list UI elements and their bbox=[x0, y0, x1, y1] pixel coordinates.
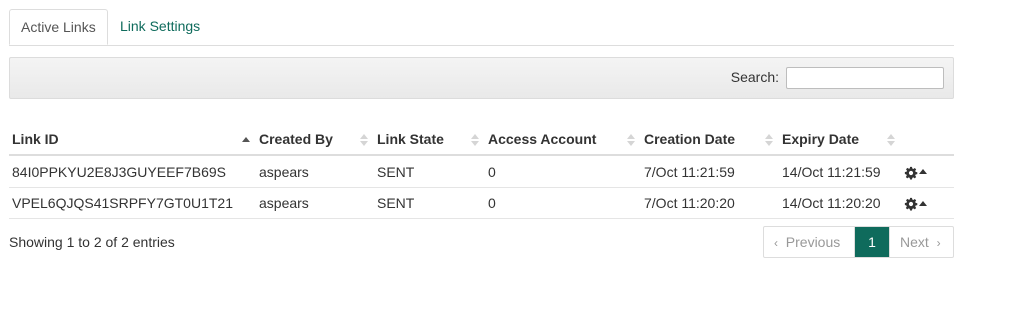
cell-link-id: 84I0PPKYU2E8J3GUYEEF7B69S bbox=[9, 155, 256, 188]
column-header-access-account[interactable]: Access Account bbox=[485, 124, 641, 156]
table-info: Showing 1 to 2 of 2 entries bbox=[9, 234, 175, 250]
cell-creation-date: 7/Oct 11:21:59 bbox=[641, 155, 779, 188]
cell-created-by: aspears bbox=[256, 187, 374, 219]
column-label: Access Account bbox=[488, 131, 597, 147]
sort-icon bbox=[887, 134, 895, 146]
sort-icon bbox=[360, 134, 368, 146]
cell-link-state: SENT bbox=[374, 155, 485, 188]
links-table: Link ID Created By Link State Access Acc… bbox=[9, 124, 954, 219]
row-actions[interactable] bbox=[901, 155, 954, 188]
pagination: ‹ Previous 1 Next › bbox=[763, 226, 954, 258]
gear-icon[interactable] bbox=[904, 197, 918, 211]
column-header-created-by[interactable]: Created By bbox=[256, 124, 374, 156]
chevron-right-icon: › bbox=[936, 236, 941, 250]
column-label: Link ID bbox=[12, 131, 59, 147]
tab-link-settings[interactable]: Link Settings bbox=[109, 9, 211, 44]
previous-label: Previous bbox=[785, 234, 841, 250]
column-header-creation-date[interactable]: Creation Date bbox=[641, 124, 779, 156]
table-header-row: Link ID Created By Link State Access Acc… bbox=[9, 124, 954, 156]
cell-created-by: aspears bbox=[256, 155, 374, 188]
sort-icon bbox=[765, 134, 773, 146]
tab-bar: Active Links Link Settings bbox=[9, 0, 954, 46]
cell-link-id: VPEL6QJQS41SRPFY7GT0U1T21 bbox=[9, 187, 256, 219]
search-input[interactable] bbox=[786, 67, 944, 89]
column-label: Link State bbox=[377, 131, 444, 147]
caret-up-icon[interactable] bbox=[919, 169, 927, 175]
column-header-link-state[interactable]: Link State bbox=[374, 124, 485, 156]
sort-icon bbox=[471, 134, 479, 146]
cell-access-account: 0 bbox=[485, 155, 641, 188]
column-header-link-id[interactable]: Link ID bbox=[9, 124, 256, 156]
sort-ascending-icon bbox=[242, 134, 250, 146]
cell-expiry-date: 14/Oct 11:20:20 bbox=[779, 187, 901, 219]
gear-icon[interactable] bbox=[904, 166, 918, 180]
next-page-button[interactable]: Next › bbox=[889, 227, 953, 257]
chevron-left-icon: ‹ bbox=[774, 236, 778, 250]
cell-creation-date: 7/Oct 11:20:20 bbox=[641, 187, 779, 219]
tab-active-links[interactable]: Active Links bbox=[9, 9, 108, 45]
caret-up-icon[interactable] bbox=[919, 200, 927, 206]
table-row: 84I0PPKYU2E8J3GUYEEF7B69S aspears SENT 0… bbox=[9, 155, 954, 188]
table-row: VPEL6QJQS41SRPFY7GT0U1T21 aspears SENT 0… bbox=[9, 187, 954, 219]
column-label: Created By bbox=[259, 131, 333, 147]
previous-page-button[interactable]: ‹ Previous bbox=[764, 227, 855, 257]
page-1-button[interactable]: 1 bbox=[855, 227, 889, 257]
search-label: Search: bbox=[730, 69, 779, 85]
cell-access-account: 0 bbox=[485, 187, 641, 219]
search-toolbar: Search: bbox=[9, 57, 954, 99]
column-label: Creation Date bbox=[644, 131, 736, 147]
cell-link-state: SENT bbox=[374, 187, 485, 219]
column-label: Expiry Date bbox=[782, 131, 860, 147]
cell-expiry-date: 14/Oct 11:21:59 bbox=[779, 155, 901, 188]
sort-icon bbox=[627, 134, 635, 146]
column-header-expiry-date[interactable]: Expiry Date bbox=[779, 124, 901, 156]
column-header-actions bbox=[901, 124, 954, 156]
row-actions[interactable] bbox=[901, 187, 954, 219]
next-label: Next bbox=[900, 234, 929, 250]
